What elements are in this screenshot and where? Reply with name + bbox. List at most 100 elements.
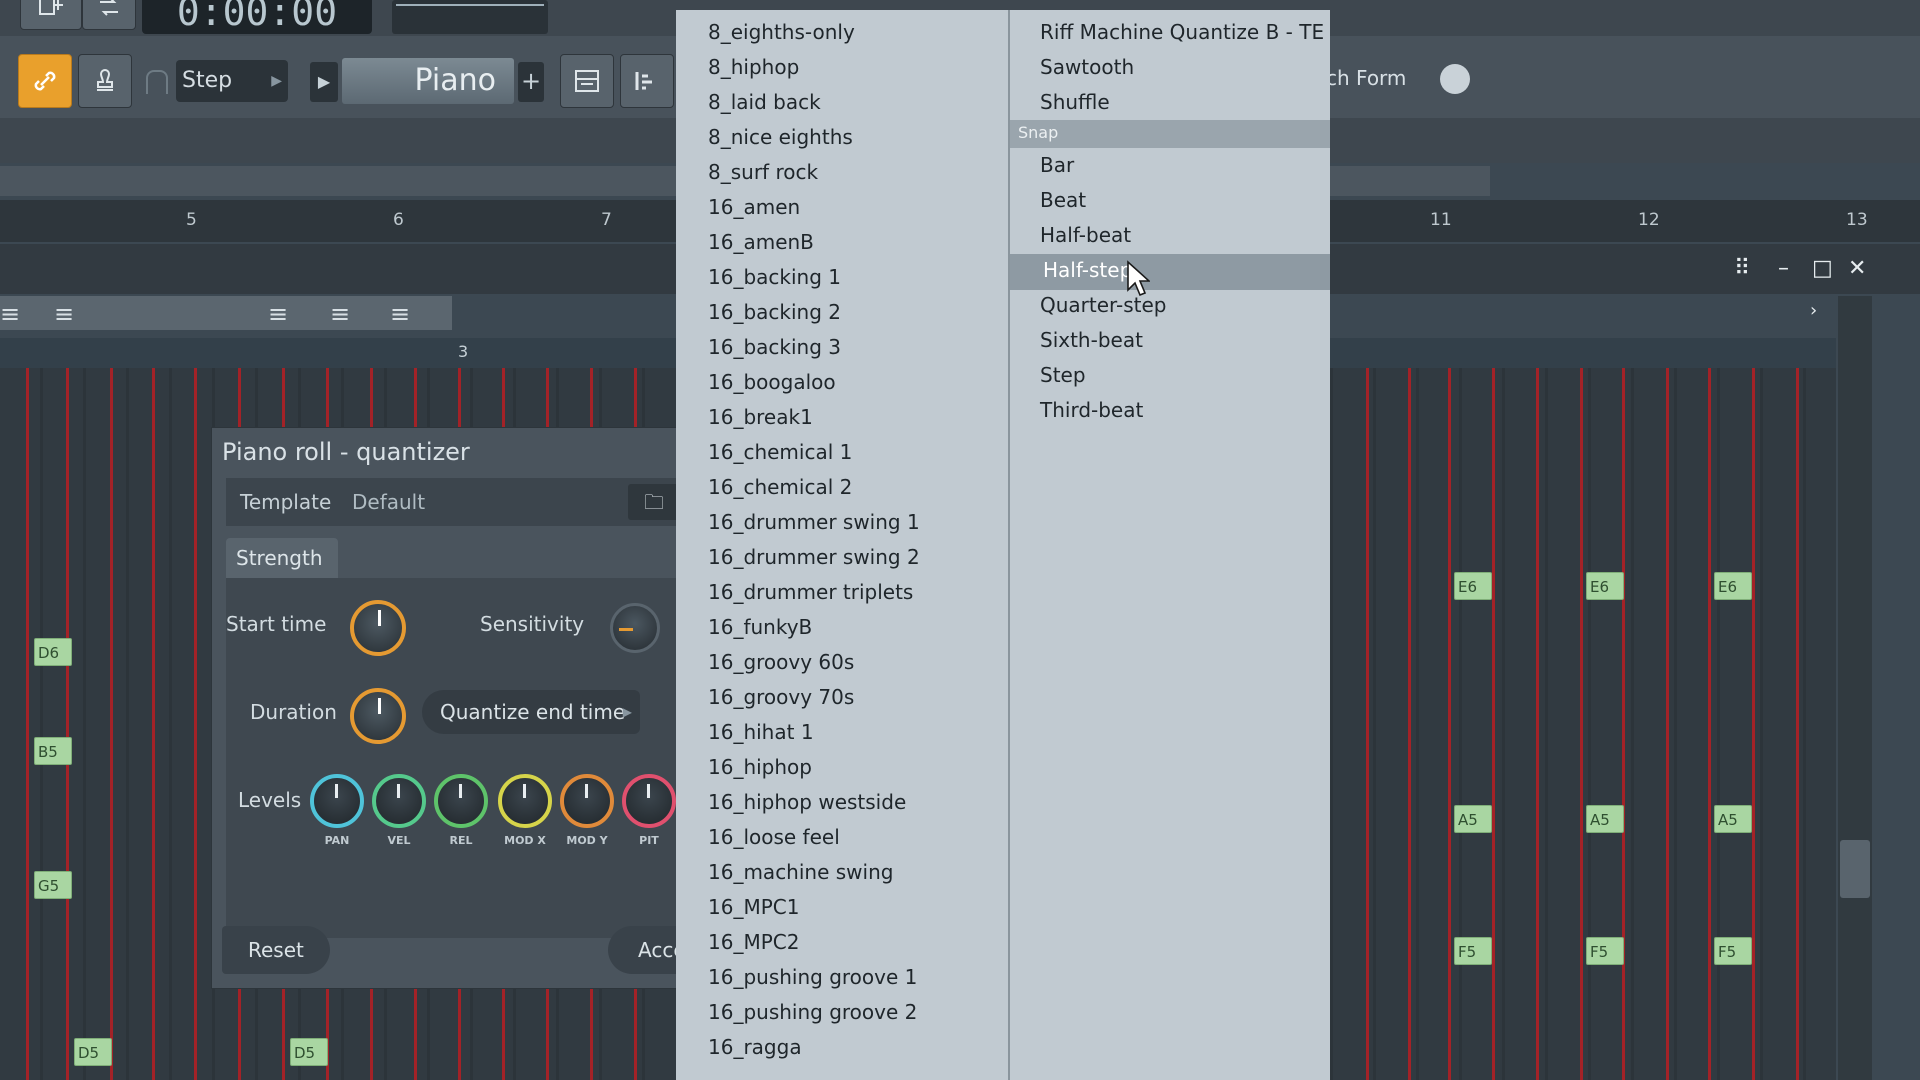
template-row[interactable]: Template Default 🗀 [226,478,682,526]
add-channel-button[interactable]: + [518,62,544,102]
menu-item[interactable]: 16_loose feel [708,825,840,849]
menu-item[interactable]: Half-beat [1040,223,1131,247]
minimize-icon[interactable]: – [1778,256,1789,281]
menu-item[interactable]: 16_hihat 1 [708,720,814,744]
menu-item[interactable]: 16_chemical 2 [708,475,852,499]
menu-item[interactable]: 16_drummer triplets [708,580,913,604]
menu-item[interactable]: 16_ragga [708,1035,802,1059]
menu-item[interactable]: Beat [1040,188,1086,212]
menu-item[interactable]: 16_backing 1 [708,265,841,289]
menu-item[interactable]: Step [1040,363,1086,387]
menu-item[interactable]: 16_amen [708,195,800,219]
mini-display [392,0,548,34]
menu-item[interactable]: 16_backing 3 [708,335,841,359]
menu-item[interactable]: Shuffle [1040,90,1110,114]
menu-item[interactable]: 8_hiphop [708,55,799,79]
menu-item[interactable]: Riff Machine Quantize B - TE [1040,20,1324,44]
reset-button[interactable]: Reset [222,926,330,974]
menu-item[interactable]: 16_pushing groove 2 [708,1000,917,1024]
align-icon[interactable]: ≡ [330,300,350,328]
align-icon[interactable]: ≡ [54,300,74,328]
menu-item[interactable]: 16_MPC1 [708,895,799,919]
menu-item[interactable]: 16_groovy 70s [708,685,854,709]
note[interactable]: E6 [1714,572,1752,600]
menu-item[interactable]: Sixth-beat [1040,328,1143,352]
menu-item[interactable]: 16_machine swing [708,860,893,884]
scrollbar-thumb[interactable] [1840,840,1870,898]
note[interactable]: F5 [1714,937,1752,965]
menu-item[interactable]: 16_funkyB [708,615,812,639]
align-icon[interactable]: ≡ [268,300,288,328]
align-icon[interactable]: ≡ [390,300,410,328]
menu-item[interactable]: 8_surf rock [708,160,818,184]
menu-item[interactable]: 16_drummer swing 2 [708,545,920,569]
note[interactable]: D5 [74,1038,112,1066]
add-pattern-icon[interactable] [20,0,82,30]
menu-item[interactable]: 16_hiphop westside [708,790,906,814]
link-icon[interactable] [18,54,72,108]
duration-knob[interactable] [350,688,406,744]
menu-item[interactable]: Sawtooth [1040,55,1134,79]
snap-selector-value: Step [182,68,233,93]
globe-icon[interactable] [1440,64,1470,94]
template-label: Template [240,490,332,514]
menu-item[interactable]: 8_eighths-only [708,20,855,44]
menu-item[interactable]: 16_hiphop [708,755,812,779]
note[interactable]: F5 [1586,937,1624,965]
mod-y-knob[interactable] [560,774,614,828]
menu-item[interactable]: 16_break1 [708,405,813,429]
magnet-icon[interactable] [146,70,168,94]
piano-roll-icon[interactable] [560,54,614,108]
note[interactable]: E6 [1454,572,1492,600]
menu-item[interactable]: 16_chemical 1 [708,440,852,464]
grid-line [66,368,69,1080]
velocity-knob[interactable] [372,774,426,828]
menu-item[interactable]: 16_drummer swing 1 [708,510,920,534]
sensitivity-knob[interactable] [610,603,660,653]
note[interactable]: A5 [1586,805,1624,833]
play-icon[interactable]: ▶ [310,62,338,102]
template-value[interactable]: Default [352,490,425,514]
menu-item[interactable]: Bar [1040,153,1074,177]
menu-item[interactable]: 8_laid back [708,90,821,114]
note[interactable]: A5 [1454,805,1492,833]
maximize-icon[interactable]: □ [1812,256,1833,281]
duration-mode-selector[interactable]: Quantize end time ▶ [422,690,640,734]
stamp-icon[interactable] [78,54,132,108]
note[interactable]: D5 [290,1038,328,1066]
pitch-knob[interactable] [622,774,676,828]
menu-item[interactable]: 16_pushing groove 1 [708,965,917,989]
bar-number: 6 [393,210,404,230]
note[interactable]: D6 [34,638,72,666]
tab-strength[interactable]: Strength [226,538,338,578]
detach-icon[interactable]: ⠿ [1734,256,1750,281]
note[interactable]: A5 [1714,805,1752,833]
menu-item-selected[interactable]: Half-step [1043,258,1132,282]
chevron-right-icon[interactable]: › [1810,300,1817,321]
menu-item[interactable]: 16_MPC2 [708,930,799,954]
step-sequencer-icon[interactable] [620,54,674,108]
note[interactable]: E6 [1586,572,1624,600]
menu-item[interactable]: 16_boogaloo [708,370,836,394]
menu-item[interactable]: 16_groovy 60s [708,650,854,674]
folder-icon[interactable]: 🗀 [628,484,680,520]
mod-x-knob[interactable] [498,774,552,828]
channel-selector[interactable]: Piano [342,58,514,104]
menu-item[interactable]: Third-beat [1040,398,1143,422]
release-knob[interactable] [434,774,488,828]
duration-label: Duration [250,700,337,724]
start-time-knob[interactable] [350,600,406,656]
note[interactable]: B5 [34,737,72,765]
close-icon[interactable]: ✕ [1848,256,1866,281]
pan-knob[interactable] [310,774,364,828]
loop-record-icon[interactable] [82,0,136,30]
snap-selector[interactable]: Step ▶ [176,60,288,102]
note[interactable]: G5 [34,871,72,899]
align-icon[interactable]: ≡ [0,300,20,328]
note[interactable]: F5 [1454,937,1492,965]
grid-line [1708,368,1711,1080]
menu-item[interactable]: 16_backing 2 [708,300,841,324]
vertical-scrollbar[interactable] [1838,296,1872,1080]
menu-item[interactable]: 8_nice eighths [708,125,853,149]
menu-item[interactable]: 16_amenB [708,230,814,254]
